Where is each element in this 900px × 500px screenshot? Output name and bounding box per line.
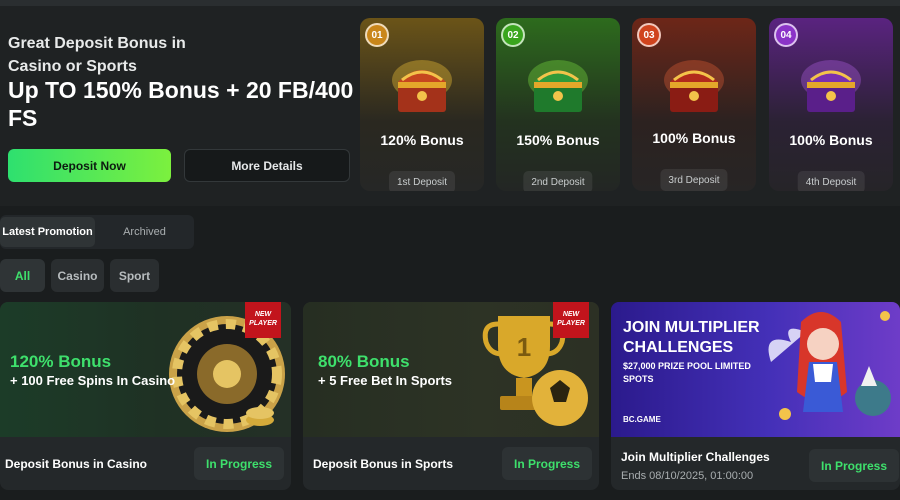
hero-title: Up TO 150% Bonus + 20 FB/400 FS (8, 77, 354, 131)
bc-game-logo: BC.GAME (623, 415, 661, 424)
new-player-badge: NEW PLAYER (245, 302, 281, 338)
deposit-bonus: 100% Bonus (652, 130, 736, 146)
deposit-number-badge: 01 (365, 23, 389, 47)
promotion-card-sports[interactable]: 1 NEW PLAYER 80% Bonus + 5 Free Bet In S… (303, 302, 599, 490)
filter-casino[interactable]: Casino (51, 259, 104, 292)
deposit-label: 2nd Deposit (523, 171, 593, 191)
promotion-title: Deposit Bonus in Sports (313, 457, 454, 471)
treasure-chest-icon (664, 60, 724, 112)
tab-archived[interactable]: Archived (97, 217, 192, 247)
deposit-label: 3rd Deposit (660, 169, 728, 191)
deposit-number-badge: 04 (774, 23, 798, 47)
deposit-card-3[interactable]: 03 100% Bonus 3rd Deposit (632, 18, 756, 191)
treasure-chest-icon (801, 60, 861, 112)
promotion-headline: 80% Bonus (318, 352, 410, 371)
filter-all[interactable]: All (0, 259, 45, 292)
in-progress-button[interactable]: In Progress (194, 447, 285, 480)
deposit-card-1[interactable]: 01 120% Bonus 1st Deposit (360, 18, 484, 191)
deposit-card-2[interactable]: 02 150% Bonus 2nd Deposit (496, 18, 620, 191)
treasure-chest-icon (528, 60, 588, 112)
deposit-label: 1st Deposit (388, 171, 456, 191)
banner-subtitle: $27,000 PRIZE POOL LIMITED SPOTS (623, 361, 751, 384)
deposit-bonus: 150% Bonus (516, 132, 600, 148)
in-progress-button[interactable]: In Progress (502, 447, 593, 480)
svg-text:1: 1 (517, 332, 531, 362)
new-player-badge: NEW PLAYER (553, 302, 589, 338)
deposit-label: 4th Deposit (797, 171, 865, 191)
promotion-title: Deposit Bonus in Casino (5, 457, 148, 471)
deposit-now-button[interactable]: Deposit Now (8, 149, 171, 182)
in-progress-button[interactable]: In Progress (809, 449, 900, 482)
banner-title: JOIN MULTIPLIER CHALLENGES (623, 319, 760, 356)
deposit-number-badge: 03 (637, 23, 661, 47)
promotion-card-casino[interactable]: NEW PLAYER 120% Bonus + 100 Free Spins I… (0, 302, 291, 490)
promotion-end-date: Ends 08/10/2025, 01:00:00 (621, 470, 754, 482)
promotion-subline: + 100 Free Spins In Casino (10, 373, 176, 388)
tab-latest-promotion[interactable]: Latest Promotion (0, 217, 95, 247)
promotion-card-multiplier[interactable]: JOIN MULTIPLIER CHALLENGES $27,000 PRIZE… (611, 302, 900, 490)
more-details-button[interactable]: More Details (184, 149, 350, 182)
treasure-chest-icon (392, 60, 452, 112)
promotion-subline: + 5 Free Bet In Sports (318, 373, 453, 388)
deposit-card-4[interactable]: 04 100% Bonus 4th Deposit (769, 18, 893, 191)
filter-sport[interactable]: Sport (110, 259, 159, 292)
deposit-number-badge: 02 (501, 23, 525, 47)
promotion-tabs: Latest Promotion Archived (0, 215, 194, 249)
promotion-title: Join Multiplier Challenges (621, 450, 770, 464)
deposit-bonus: 120% Bonus (380, 132, 464, 148)
promotion-headline: 120% Bonus (10, 352, 112, 371)
hero-subtitle: Great Deposit Bonus in Casino or Sports (8, 35, 186, 75)
deposit-bonus: 100% Bonus (789, 132, 873, 148)
